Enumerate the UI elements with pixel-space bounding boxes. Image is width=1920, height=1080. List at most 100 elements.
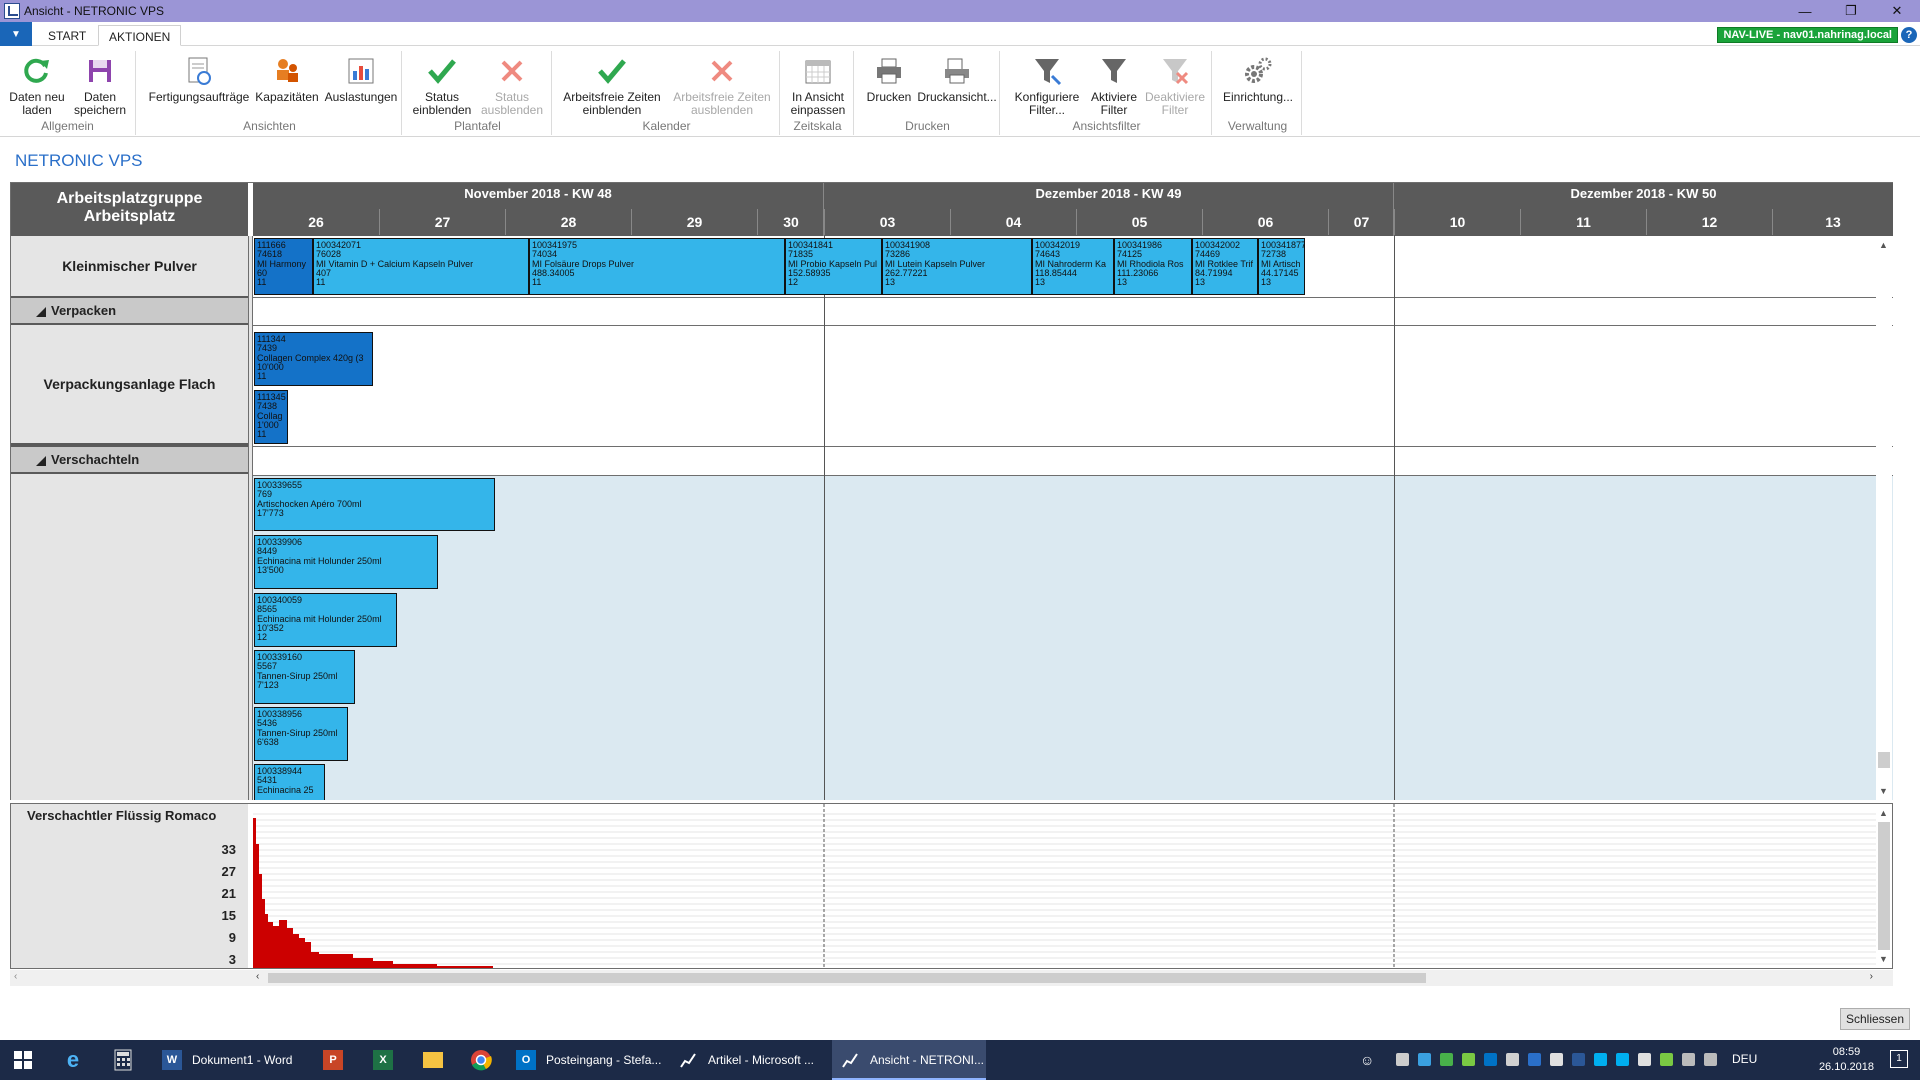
gantt-bar[interactable]: 100340059 8565 Echinacina mit Holunder 250… — [254, 593, 397, 647]
scroll-down-icon[interactable]: ▼ — [1879, 786, 1888, 796]
fit-to-view-button[interactable]: In Ansicht einpassen — [786, 55, 850, 117]
tray-outlook-icon[interactable] — [1484, 1053, 1497, 1066]
printer-icon — [871, 55, 907, 87]
activate-filter-button[interactable]: Aktiviere Filter — [1084, 55, 1144, 117]
minimize-button[interactable]: — — [1782, 0, 1828, 22]
tray-word-icon[interactable] — [1572, 1053, 1585, 1066]
powerpoint-icon[interactable]: P — [318, 1045, 348, 1075]
group-row-verschachteln[interactable]: Verschachteln — [11, 445, 248, 474]
histogram-vertical-scrollbar[interactable]: ▲ ▼ — [1876, 804, 1892, 968]
clock[interactable]: 08:59 26.10.2018 — [1819, 1045, 1874, 1075]
scroll-thumb[interactable] — [268, 973, 1426, 983]
file-menu-button[interactable]: ▼ — [0, 22, 32, 46]
histogram-chart[interactable] — [253, 804, 1877, 968]
scroll-thumb[interactable] — [1878, 822, 1890, 950]
horizontal-scrollbar[interactable]: ‹ ‹ › — [10, 970, 1893, 986]
gantt-bar[interactable]: 100338956 5436 Tannen-Sirup 250ml 6'638 — [254, 707, 348, 761]
resource-row-kleinmischer[interactable]: Kleinmischer Pulver — [11, 236, 248, 298]
people-icon[interactable]: ☺ — [1360, 1052, 1374, 1068]
timescale-day: 26 — [308, 214, 324, 230]
capacities-button[interactable]: Kapazitäten — [252, 55, 322, 104]
setup-button[interactable]: Einrichtung... — [1218, 55, 1298, 104]
tray-app-icon[interactable] — [1440, 1053, 1453, 1066]
gantt-bar[interactable]: 100342019 74643 MI Nahroderm Ka 118.85444 13 — [1032, 238, 1114, 295]
ribbon-tabbar: ▼ START AKTIONEN NAV-LIVE - nav01.nahrin… — [0, 22, 1920, 46]
internet-explorer-icon[interactable]: e — [58, 1045, 88, 1075]
file-explorer-icon[interactable] — [418, 1045, 448, 1075]
scroll-down-icon[interactable]: ▼ — [1879, 954, 1888, 964]
tray-app-icon[interactable] — [1660, 1053, 1673, 1066]
taskbar-app-outlook[interactable]: O Posteingang - Stefa... — [508, 1040, 668, 1080]
scroll-thumb[interactable] — [1878, 752, 1890, 768]
shield-icon[interactable] — [1550, 1053, 1563, 1066]
reload-data-button[interactable]: Daten neu laden — [6, 55, 68, 117]
group-row-verpacken[interactable]: Verpacken — [11, 296, 248, 325]
collapse-triangle-icon[interactable] — [36, 456, 46, 466]
language-indicator[interactable]: DEU — [1732, 1052, 1757, 1066]
tab-start[interactable]: START — [38, 25, 96, 46]
skype-icon[interactable] — [1616, 1053, 1629, 1066]
show-status-button[interactable]: Status einblenden — [408, 55, 476, 117]
tray-app-icon[interactable] — [1418, 1053, 1431, 1066]
gantt-bar[interactable]: 111666 74618 MI Harmony 60 11 — [254, 238, 313, 295]
gantt-bar[interactable]: 100341877 72738 MI Artisch 44.17145 13 — [1258, 238, 1305, 295]
save-data-button[interactable]: Daten speichern — [72, 55, 128, 117]
collapse-triangle-icon[interactable] — [36, 307, 46, 317]
show-nonworking-times-button[interactable]: Arbeitsfreie Zeiten einblenden — [558, 55, 666, 117]
deactivate-filter-button[interactable]: Deaktiviere Filter — [1142, 55, 1208, 117]
timescale-day: 06 — [1202, 209, 1328, 235]
gantt-bar[interactable]: 100341975 74034 MI Folsäure Drops Pulver 48… — [529, 238, 785, 295]
taskbar-app-artikel[interactable]: Artikel - Microsoft ... — [670, 1040, 830, 1080]
tray-app-icon[interactable] — [1396, 1053, 1409, 1066]
gantt-bar[interactable]: 111344 7439 Collagen Complex 420g (3 10'000… — [254, 332, 373, 386]
gantt-bar[interactable]: 100341841 71835 MI Probio Kapseln Pul 152.5… — [785, 238, 882, 295]
restore-button[interactable]: ❐ — [1828, 0, 1874, 22]
tab-aktionen[interactable]: AKTIONEN — [98, 25, 182, 46]
scroll-left-icon[interactable]: ‹ — [256, 971, 259, 982]
gantt-bar[interactable]: 100339160 5567 Tannen-Sirup 250ml 7'123 — [254, 650, 355, 704]
excel-icon[interactable]: X — [368, 1045, 398, 1075]
chrome-icon[interactable] — [466, 1045, 496, 1075]
timescale-day: 07 — [1328, 209, 1394, 235]
ribbon-group-label: Plantafel — [454, 119, 501, 133]
skype-icon[interactable] — [1594, 1053, 1607, 1066]
taskbar-app-netronic[interactable]: Ansicht - NETRONI... — [832, 1040, 986, 1080]
gantt-bar[interactable]: 100339906 8449 Echinacina mit Holunder 250… — [254, 535, 438, 589]
volume-icon[interactable] — [1704, 1053, 1717, 1066]
utilization-button[interactable]: Auslastungen — [322, 55, 400, 104]
windows-start-icon[interactable] — [8, 1045, 38, 1075]
scroll-left-icon[interactable]: ‹ — [14, 971, 17, 982]
scroll-up-icon[interactable]: ▲ — [1879, 240, 1888, 250]
help-icon[interactable]: ? — [1901, 27, 1917, 43]
network-icon[interactable] — [1682, 1053, 1695, 1066]
gantt-bar[interactable]: 100342071 76028 MI Vitamin D + Calcium Kap… — [313, 238, 529, 295]
hide-status-button[interactable]: Status ausblenden — [478, 55, 546, 117]
gantt-bar[interactable]: 100341908 73286 MI Lutein Kapseln Pulver 26… — [882, 238, 1032, 295]
taskbar-app-word[interactable]: W Dokument1 - Word — [154, 1040, 318, 1080]
hide-nonworking-times-button[interactable]: Arbeitsfreie Zeiten ausblenden — [668, 55, 776, 117]
resource-row-verpackungsanlage[interactable]: Verpackungsanlage Flach — [11, 325, 248, 445]
print-preview-button[interactable]: Druckansicht... — [916, 55, 998, 104]
configure-filter-button[interactable]: Konfiguriere Filter... — [1010, 55, 1084, 117]
tray-app-icon[interactable] — [1506, 1053, 1519, 1066]
tray-app-icon[interactable] — [1638, 1053, 1651, 1066]
gantt-bar[interactable]: 100341986 74125 MI Rhodiola Ros 111.23066 13 — [1114, 238, 1192, 295]
gantt-chart-area[interactable]: 111666 74618 MI Harmony 60 11 100342071 76028… — [253, 236, 1893, 800]
vertical-scrollbar[interactable]: ▲ ▼ — [1876, 236, 1892, 800]
histogram-title: Verschachtler Flüssig Romaco — [27, 808, 217, 823]
gantt-bar[interactable]: 111345 7438 Collag 1'000 11 — [254, 390, 288, 444]
gantt-bar[interactable]: 100338944 5431 Echinacina 25 — [254, 764, 325, 800]
print-button[interactable]: Drucken — [864, 55, 914, 104]
histogram-axis-panel: Verschachtler Flüssig Romaco 33 27 21 15… — [11, 804, 248, 968]
gantt-bar[interactable]: 100339655 769 Artischocken Apéro 700ml 17'7… — [254, 478, 495, 531]
tray-app-icon[interactable] — [1462, 1053, 1475, 1066]
notification-center-icon[interactable]: 1 — [1890, 1050, 1908, 1068]
gantt-bar[interactable]: 100342002 74469 MI Rotklee Trif 84.71994 13 — [1192, 238, 1258, 295]
scroll-up-icon[interactable]: ▲ — [1879, 808, 1888, 818]
scroll-right-icon[interactable]: › — [1870, 971, 1873, 982]
calculator-icon[interactable] — [108, 1045, 138, 1075]
bluetooth-icon[interactable] — [1528, 1053, 1541, 1066]
production-orders-button[interactable]: Fertigungsaufträge — [146, 55, 252, 104]
close-button[interactable]: Schliessen — [1840, 1008, 1910, 1030]
close-window-button[interactable]: ✕ — [1874, 0, 1920, 22]
